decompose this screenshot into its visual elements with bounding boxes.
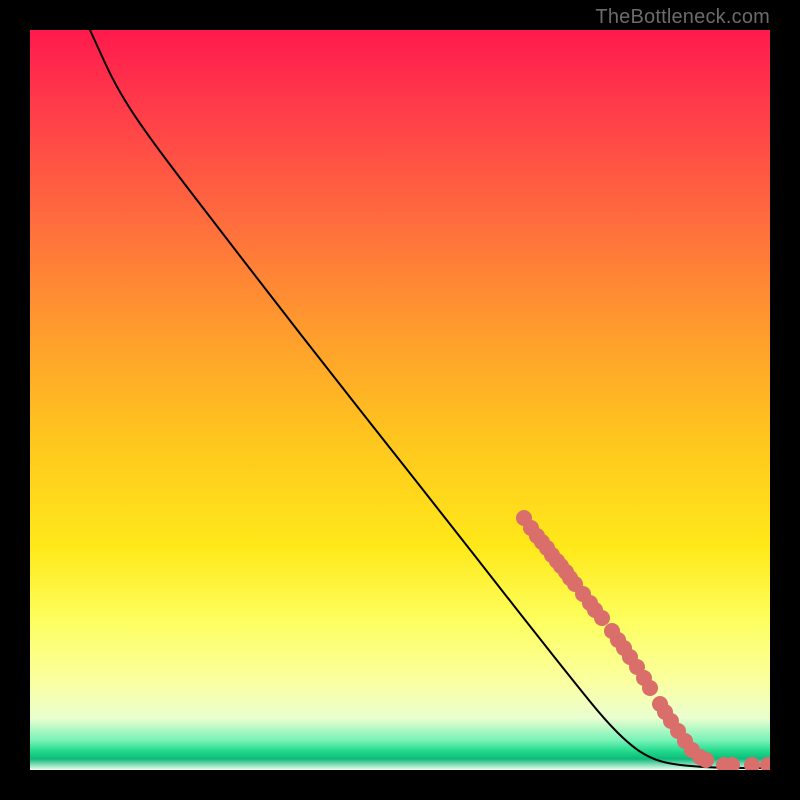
chart-frame: TheBottleneck.com: [0, 0, 800, 800]
bottleneck-curve: [90, 30, 770, 768]
data-point: [594, 610, 610, 626]
scatter-dots: [516, 510, 770, 770]
plot-area: [30, 30, 770, 770]
data-point: [698, 752, 714, 768]
data-point: [744, 757, 760, 770]
chart-overlay: [30, 30, 770, 770]
data-point: [760, 757, 770, 770]
attribution-label: TheBottleneck.com: [595, 6, 770, 29]
data-point: [642, 680, 658, 696]
